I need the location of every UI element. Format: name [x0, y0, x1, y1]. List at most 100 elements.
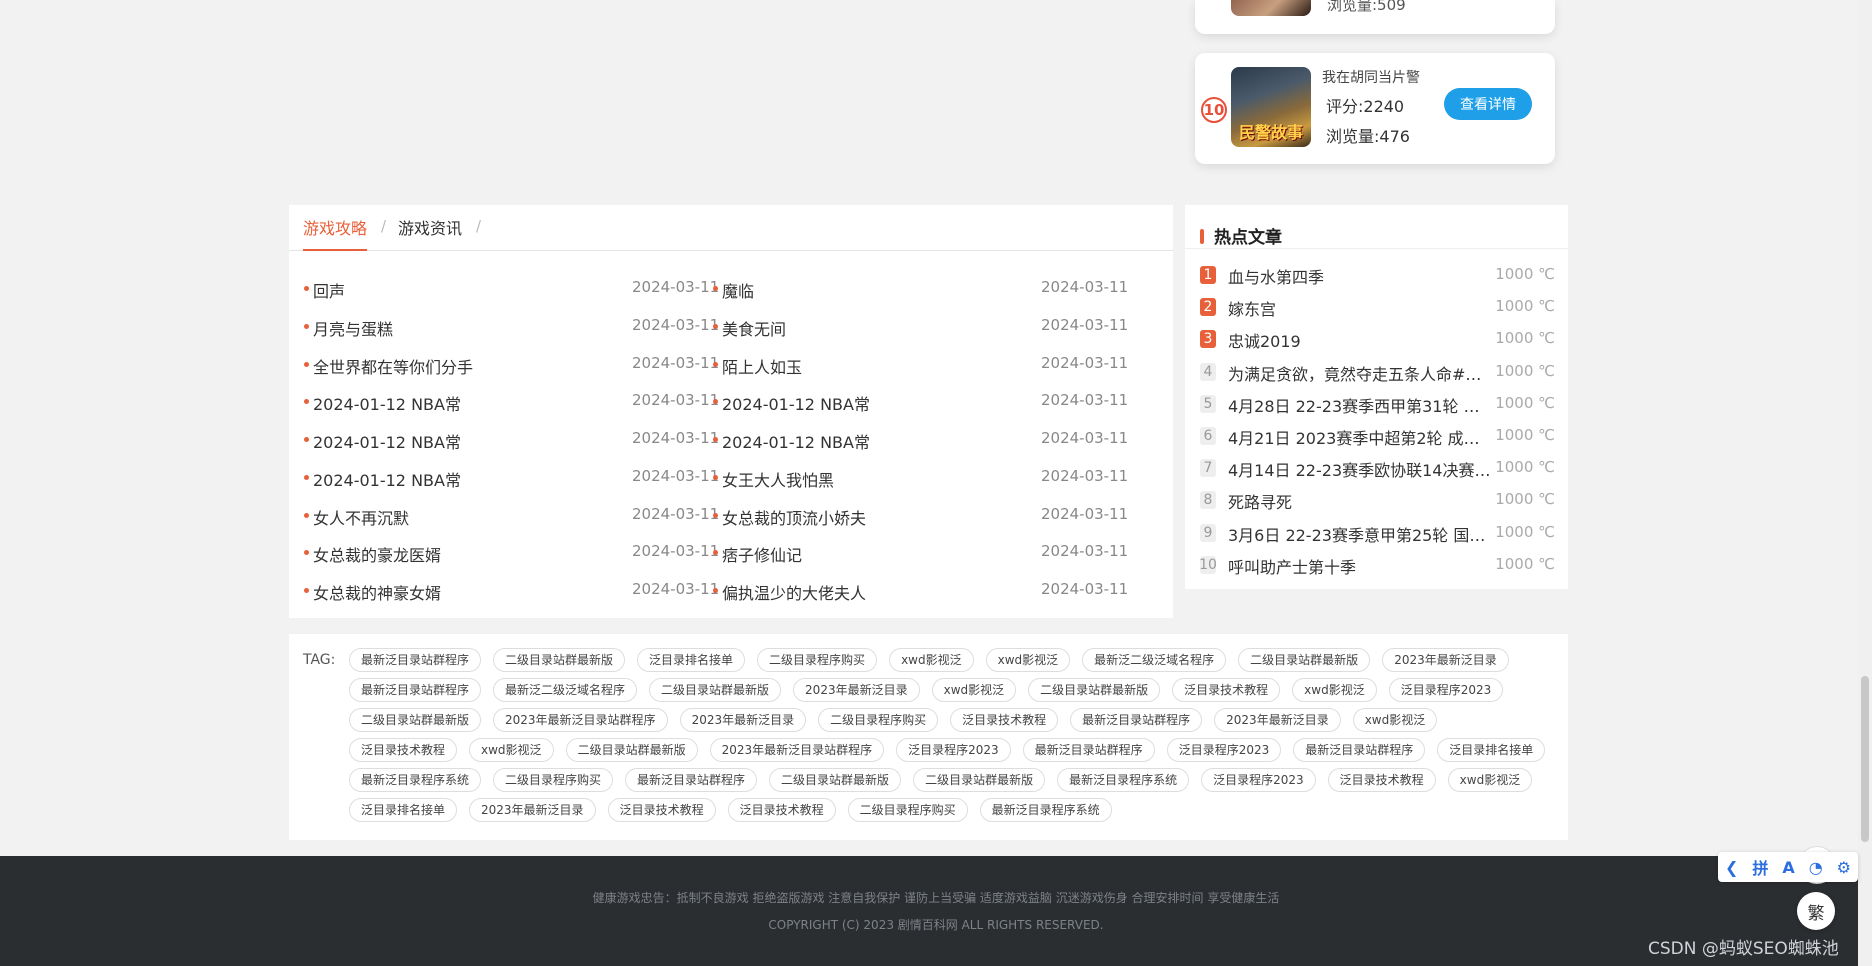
- tag-chip[interactable]: 二级目录程序购买: [847, 798, 968, 822]
- rank-title[interactable]: 我在胡同当片警: [1322, 67, 1420, 87]
- article-row: 美食无间 2024-03-11: [289, 314, 1173, 340]
- article-title-link[interactable]: 2024-01-12 NBA常: [722, 391, 870, 415]
- tag-chip[interactable]: xwd影视泛: [931, 678, 1017, 702]
- tag-chip[interactable]: 最新泛目录站群程序: [349, 648, 482, 672]
- tag-chip[interactable]: 泛目录程序2023: [896, 738, 1011, 762]
- tag-chip[interactable]: 最新泛目录程序系统: [349, 768, 482, 792]
- tag-chip[interactable]: 2023年最新泛目录站群程序: [493, 708, 668, 732]
- article-title-link[interactable]: 女总裁的顶流小娇夫: [722, 505, 866, 529]
- hot-article-item[interactable]: 10 呼叫助产士第十季 1000 ℃: [1199, 552, 1555, 578]
- hot-article-item[interactable]: 9 3月6日 22-23赛季意甲第25轮 国际… 1000 ℃: [1200, 520, 1555, 546]
- tag-chip[interactable]: 2023年最新泛目录: [1214, 708, 1341, 732]
- tag-chip[interactable]: 最新泛目录程序系统: [1057, 768, 1190, 792]
- hot-article-title[interactable]: 4月28日 22-23赛季西甲第31轮 毕…: [1228, 393, 1493, 417]
- tag-chip[interactable]: 泛目录技术教程: [1172, 678, 1281, 702]
- tag-chip[interactable]: 最新泛二级泛域名程序: [493, 678, 638, 702]
- top-rank-card[interactable]: 浏览量:509: [1195, 0, 1555, 34]
- tag-chip[interactable]: 二级目录站群最新版: [913, 768, 1046, 792]
- view-details-button[interactable]: 查看详情: [1444, 88, 1532, 120]
- page-scrollbar[interactable]: [1858, 0, 1872, 966]
- article-title-link[interactable]: 美食无间: [722, 316, 786, 340]
- tag-chip[interactable]: 泛目录技术教程: [1327, 768, 1436, 792]
- tag-chip[interactable]: 2023年最新泛目录: [469, 798, 596, 822]
- hot-article-item[interactable]: 3 忠诚2019 1000 ℃: [1200, 326, 1555, 352]
- tag-chip[interactable]: xwd影视泛: [985, 648, 1071, 672]
- hot-article-item[interactable]: 7 4月14日 22-23赛季欧协联14决赛首… 1000 ℃: [1200, 455, 1555, 481]
- tag-chip[interactable]: 泛目录技术教程: [607, 798, 716, 822]
- tag-chip[interactable]: 最新泛目录程序系统: [979, 798, 1112, 822]
- tag-chip[interactable]: 泛目录程序2023: [1201, 768, 1316, 792]
- tab-game-guides[interactable]: 游戏攻略: [303, 215, 368, 251]
- hot-article-item[interactable]: 1 血与水第四季 1000 ℃: [1200, 262, 1555, 288]
- scrollbar-thumb[interactable]: [1861, 676, 1869, 842]
- hot-article-item[interactable]: 2 嫁东宫 1000 ℃: [1200, 294, 1555, 320]
- hot-accent-bar: [1200, 229, 1204, 244]
- tag-chip[interactable]: 二级目录程序购买: [818, 708, 939, 732]
- tag-chip[interactable]: 二级目录程序购买: [493, 768, 614, 792]
- tag-chip[interactable]: 2023年最新泛目录: [793, 678, 920, 702]
- article-title-link[interactable]: 痞子修仙记: [722, 542, 802, 566]
- tag-chip[interactable]: 泛目录程序2023: [1388, 678, 1504, 702]
- ime-moon-icon[interactable]: ◔: [1809, 858, 1823, 877]
- tag-chip[interactable]: xwd影视泛: [889, 648, 974, 672]
- tag-chip[interactable]: 泛目录技术教程: [349, 738, 458, 762]
- tag-chip[interactable]: 最新泛目录站群程序: [625, 768, 758, 792]
- hot-article-title[interactable]: 忠诚2019: [1228, 328, 1493, 352]
- hot-article-title[interactable]: 为满足贪欲，竟然夺走五条人命#醒…: [1228, 361, 1493, 385]
- article-title-link[interactable]: 魔临: [722, 278, 754, 302]
- tag-chip[interactable]: 最新泛目录站群程序: [349, 678, 482, 702]
- hot-article-title[interactable]: 死路寻死: [1228, 489, 1493, 513]
- article-title-link[interactable]: 陌上人如玉: [722, 354, 802, 378]
- article-title-link[interactable]: 2024-01-12 NBA常: [722, 429, 870, 453]
- hot-article-item[interactable]: 6 4月21日 2023赛季中超第2轮 成都… 1000 ℃: [1200, 423, 1555, 449]
- tag-chip[interactable]: 最新泛二级泛域名程序: [1082, 648, 1227, 672]
- tag-chip[interactable]: xwd影视泛: [469, 738, 554, 762]
- tag-chip[interactable]: 二级目录站群最新版: [1028, 678, 1161, 702]
- tag-chip[interactable]: 2023年最新泛目录: [1382, 648, 1509, 672]
- tag-chip[interactable]: 二级目录站群最新版: [769, 768, 902, 792]
- tag-chip[interactable]: 二级目录站群最新版: [349, 708, 482, 732]
- ime-pinyin-button[interactable]: 拼: [1752, 855, 1768, 879]
- tag-chip[interactable]: xwd影视泛: [1447, 768, 1533, 792]
- hot-article-item[interactable]: 4 为满足贪欲，竟然夺走五条人命#醒… 1000 ℃: [1200, 359, 1555, 385]
- tag-chip[interactable]: 二级目录站群最新版: [649, 678, 782, 702]
- tag-chip[interactable]: 二级目录站群最新版: [565, 738, 698, 762]
- hot-article-title[interactable]: 血与水第四季: [1228, 264, 1493, 288]
- tag-chip[interactable]: 2023年最新泛目录站群程序: [709, 738, 885, 762]
- tag-chip[interactable]: xwd影视泛: [1352, 708, 1438, 732]
- ime-font-icon[interactable]: A: [1782, 858, 1794, 877]
- ime-logo-icon[interactable]: ❮: [1725, 858, 1738, 877]
- article-title-link[interactable]: 偏执温少的大佬夫人: [722, 580, 866, 604]
- tag-chip[interactable]: 二级目录站群最新版: [1238, 648, 1371, 672]
- hot-article-title[interactable]: 呼叫助产士第十季: [1228, 554, 1493, 578]
- hot-article-title[interactable]: 4月21日 2023赛季中超第2轮 成都…: [1228, 425, 1493, 449]
- tag-chip[interactable]: 泛目录排名接单: [349, 798, 458, 822]
- tab-game-news[interactable]: 游戏资讯: [398, 215, 462, 251]
- tag-chip[interactable]: 泛目录排名接单: [1437, 738, 1546, 762]
- rank-thumbnail[interactable]: 民警故事: [1231, 67, 1311, 147]
- tag-chip[interactable]: xwd影视泛: [1292, 678, 1377, 702]
- article-date: 2024-03-11: [1041, 466, 1129, 485]
- tag-chip[interactable]: 最新泛目录站群程序: [1022, 738, 1155, 762]
- tag-chip[interactable]: 最新泛目录站群程序: [1070, 708, 1203, 732]
- tag-chip[interactable]: 二级目录程序购买: [757, 648, 878, 672]
- tag-chip[interactable]: 二级目录站群最新版: [493, 648, 626, 672]
- tag-chip[interactable]: 2023年最新泛目录: [679, 708, 807, 732]
- hot-article-title[interactable]: 4月14日 22-23赛季欧协联14决赛首…: [1228, 457, 1493, 481]
- hot-article-title[interactable]: 嫁东宫: [1228, 296, 1493, 320]
- top-rank-thumbnail[interactable]: [1231, 0, 1311, 16]
- bullet-dot-icon: [713, 399, 718, 405]
- tag-chip[interactable]: 泛目录技术教程: [727, 798, 836, 822]
- tag-chip[interactable]: 泛目录排名接单: [637, 648, 746, 672]
- rank-card[interactable]: 10 民警故事 我在胡同当片警 评分:2240 浏览量:476 查看详情: [1195, 53, 1555, 164]
- tag-chip[interactable]: 最新泛目录站群程序: [1293, 738, 1426, 762]
- hot-article-title[interactable]: 3月6日 22-23赛季意甲第25轮 国际…: [1228, 522, 1493, 546]
- hot-article-item[interactable]: 8 死路寻死 1000 ℃: [1200, 487, 1555, 513]
- article-title-link[interactable]: 女王大人我怕黑: [722, 467, 834, 491]
- article-row: 偏执温少的大佬夫人 2024-03-11: [289, 578, 1173, 604]
- tag-chip[interactable]: 泛目录技术教程: [950, 708, 1059, 732]
- ime-settings-icon[interactable]: ⚙: [1837, 858, 1851, 877]
- traditional-chinese-button[interactable]: 繁: [1797, 892, 1835, 930]
- tag-chip[interactable]: 泛目录程序2023: [1166, 738, 1282, 762]
- hot-article-item[interactable]: 5 4月28日 22-23赛季西甲第31轮 毕… 1000 ℃: [1200, 391, 1555, 417]
